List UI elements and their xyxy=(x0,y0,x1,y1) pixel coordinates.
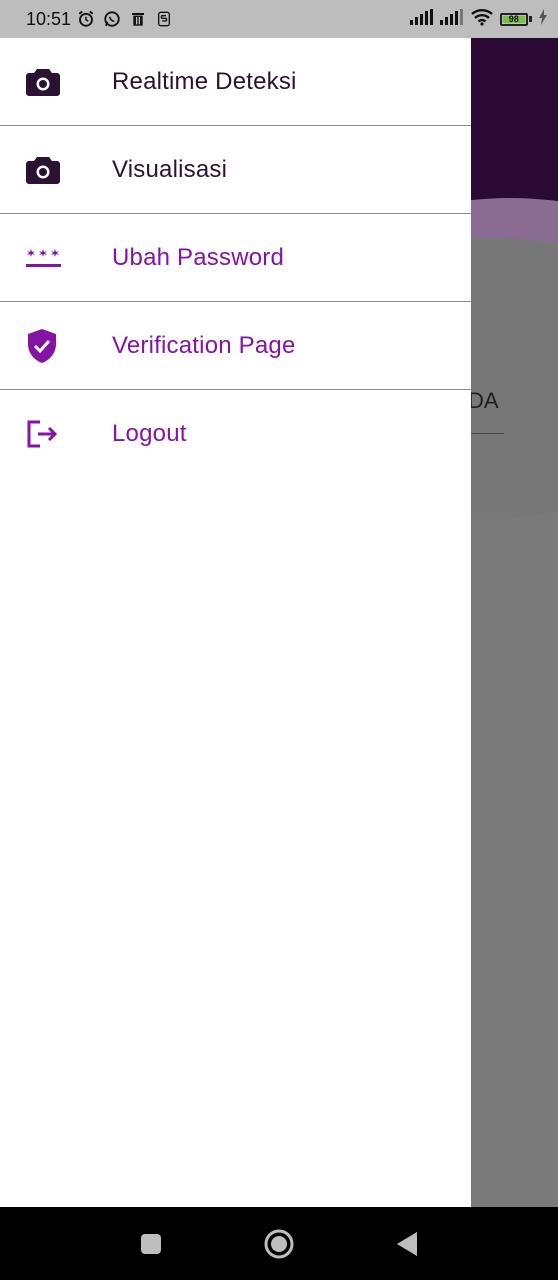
wifi-icon xyxy=(470,8,494,31)
whatsapp-icon xyxy=(101,8,123,30)
square-icon xyxy=(141,1233,161,1254)
battery-level: 98 xyxy=(503,14,525,23)
drawer-item-label: Visualisasi xyxy=(112,155,228,183)
background-partial-text: DA xyxy=(468,388,499,413)
drawer-item-label: Ubah Password xyxy=(112,243,285,271)
drawer-item-label: Realtime Deteksi xyxy=(112,67,297,95)
triangle-back-icon xyxy=(397,1231,417,1256)
logout-icon xyxy=(0,419,112,449)
verified-shield-icon xyxy=(0,328,112,363)
drawer-item-visualisasi[interactable]: Visualisasi xyxy=(0,126,471,214)
charging-icon xyxy=(538,8,548,30)
drawer-item-ubah-password[interactable]: Ubah Password xyxy=(0,214,471,302)
background-divider xyxy=(471,433,504,434)
alarm-icon xyxy=(75,8,97,30)
status-bar: 10:51 98 xyxy=(0,0,558,38)
drawer-item-verification-page[interactable]: Verification Page xyxy=(0,302,471,390)
back-button[interactable] xyxy=(343,1207,471,1280)
trash-icon xyxy=(127,8,149,30)
password-icon xyxy=(0,247,112,269)
battery-icon: 98 xyxy=(500,12,532,26)
app-s-icon xyxy=(153,8,175,30)
drawer-item-label: Logout xyxy=(112,420,187,447)
system-navigation-bar xyxy=(0,1207,558,1280)
drawer-item-label: Verification Page xyxy=(112,331,296,359)
drawer-item-logout[interactable]: Logout xyxy=(0,390,471,478)
home-button[interactable] xyxy=(215,1207,343,1280)
camera-icon xyxy=(0,67,112,97)
recents-button[interactable] xyxy=(87,1207,215,1280)
signal-icon xyxy=(440,8,464,30)
circle-icon xyxy=(264,1229,294,1258)
camera-icon xyxy=(0,155,112,185)
drawer-item-realtime-deteksi[interactable]: Realtime Deteksi xyxy=(0,38,471,126)
navigation-drawer: Realtime Deteksi Visualisasi Ubah Passwo… xyxy=(0,38,471,1207)
signal-icon xyxy=(410,8,434,30)
status-time: 10:51 xyxy=(26,8,72,29)
